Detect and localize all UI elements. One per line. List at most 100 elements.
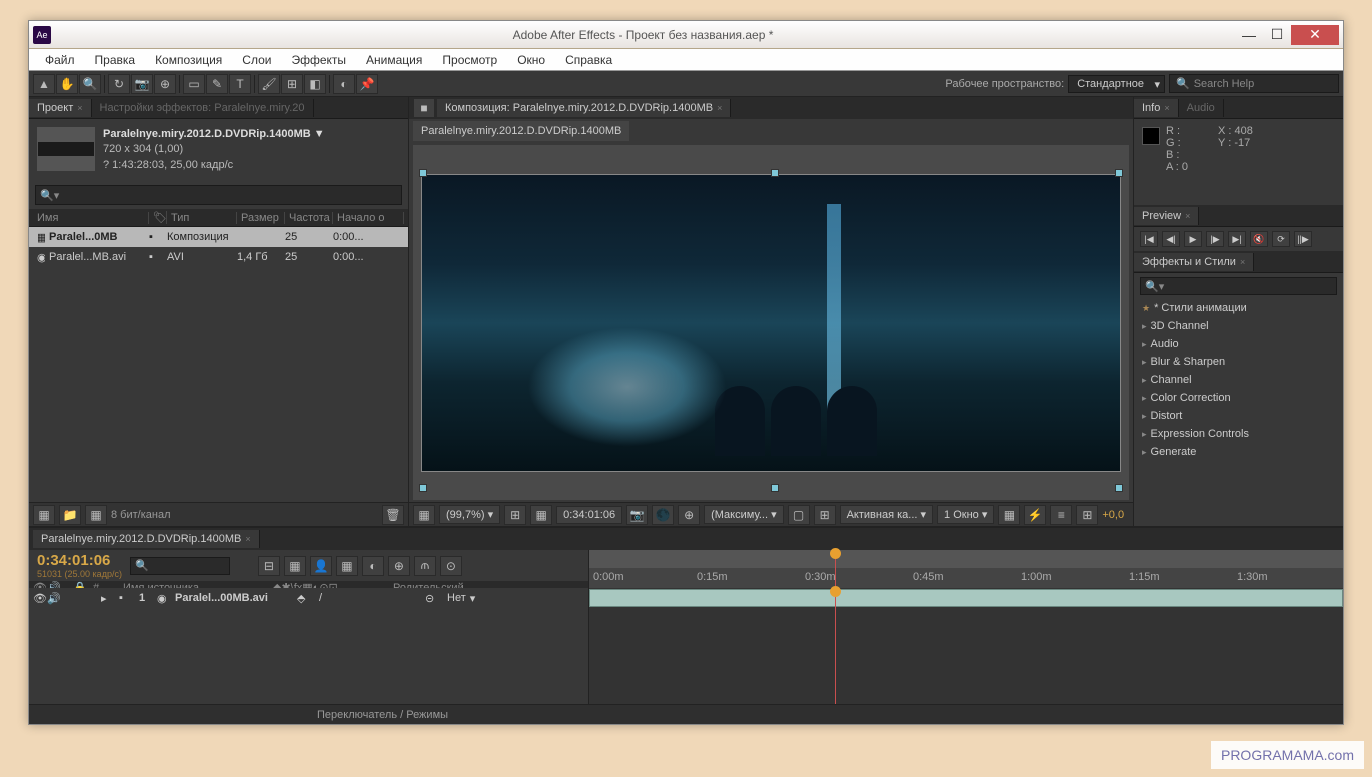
grid-icon[interactable]: ⊞ xyxy=(814,505,836,525)
menu-layers[interactable]: Слои xyxy=(232,50,281,70)
timecode-display[interactable]: 0:34:01:06 xyxy=(556,506,622,524)
view-dropdown[interactable]: 1 Окно ▾ xyxy=(937,505,994,524)
always-preview-icon[interactable]: ▦ xyxy=(413,505,435,525)
hand-tool[interactable]: ✋ xyxy=(56,74,78,94)
folder-icon[interactable]: 📁 xyxy=(59,505,81,525)
fx-expression-controls[interactable]: Expression Controls xyxy=(1134,425,1343,443)
roi-icon[interactable]: ▢ xyxy=(788,505,810,525)
motion-blur-icon[interactable]: ◐ xyxy=(362,556,384,576)
project-search[interactable]: 🔍▾ xyxy=(35,185,402,205)
graph-editor-icon[interactable]: ⫙ xyxy=(414,556,436,576)
zoom-tool[interactable]: 🔍 xyxy=(79,74,101,94)
next-frame-button[interactable]: |▶ xyxy=(1206,231,1224,247)
workspace-dropdown[interactable]: Стандартное xyxy=(1068,75,1165,93)
close-button[interactable]: ✕ xyxy=(1291,25,1339,45)
rotobrush-tool[interactable]: ◐ xyxy=(333,74,355,94)
timeline-search[interactable] xyxy=(130,557,230,575)
selection-handle[interactable] xyxy=(771,484,779,492)
timecode[interactable]: 0:34:01:06 xyxy=(37,552,122,569)
full-res-icon[interactable]: ⊞ xyxy=(504,505,526,525)
comp-mini-flowchart-icon[interactable]: ⊟ xyxy=(258,556,280,576)
trash-icon[interactable]: 🗑 xyxy=(382,505,404,525)
search-help[interactable]: 🔍 Search Help xyxy=(1169,74,1339,93)
fx-3d-channel[interactable]: 3D Channel xyxy=(1134,317,1343,335)
menu-effects[interactable]: Эффекты xyxy=(281,50,356,70)
ram-preview-button[interactable]: ||▶ xyxy=(1294,231,1312,247)
tab-project[interactable]: Проект× xyxy=(29,99,92,117)
layer-row[interactable]: 👁🔊 ▸ ▪ 1 ◉ Paralel...00MB.avi ⬘ / ⊝ Нет … xyxy=(29,588,588,608)
fx-generate[interactable]: Generate xyxy=(1134,443,1343,461)
selection-handle[interactable] xyxy=(419,169,427,177)
auto-keyframe-icon[interactable]: ⊙ xyxy=(440,556,462,576)
channel-icon[interactable]: 🌑 xyxy=(652,505,674,525)
new-comp-icon[interactable]: ▦ xyxy=(85,505,107,525)
tab-preview[interactable]: Preview× xyxy=(1134,207,1199,225)
titlebar[interactable]: Ae Adobe After Effects - Проект без назв… xyxy=(29,21,1343,49)
selection-tool[interactable]: ▲ xyxy=(33,74,55,94)
brainstorm-icon[interactable]: ⊕ xyxy=(388,556,410,576)
menu-window[interactable]: Окно xyxy=(507,50,555,70)
camera-dropdown[interactable]: Активная ка... ▾ xyxy=(840,505,933,524)
draft-3d-icon[interactable]: ▦ xyxy=(284,556,306,576)
shy-icon[interactable]: 👤 xyxy=(310,556,332,576)
comp-nav-icon[interactable]: ■ xyxy=(413,98,435,118)
menu-animation[interactable]: Анимация xyxy=(356,50,432,70)
rect-tool[interactable]: ▭ xyxy=(183,74,205,94)
viewer[interactable] xyxy=(413,145,1129,500)
clone-tool[interactable]: ⊞ xyxy=(281,74,303,94)
toggle-switches[interactable]: Переключатель / Режимы xyxy=(317,709,448,721)
effects-search[interactable]: 🔍▾ xyxy=(1140,277,1337,295)
eraser-tool[interactable]: ◧ xyxy=(304,74,326,94)
transparency-icon[interactable]: ▦ xyxy=(530,505,552,525)
selection-handle[interactable] xyxy=(1115,169,1123,177)
rotate-tool[interactable]: ↻ xyxy=(108,74,130,94)
flowchart-icon[interactable]: ⊞ xyxy=(1076,505,1098,525)
fx-blur-sharpen[interactable]: Blur & Sharpen xyxy=(1134,353,1343,371)
exposure-value[interactable]: +0,0 xyxy=(1102,509,1124,521)
puppet-tool[interactable]: 📌 xyxy=(356,74,378,94)
project-row-avi[interactable]: ◉ Paralel...MB.avi ▪ AVI 1,4 Гб 25 0:00.… xyxy=(29,247,408,267)
pen-tool[interactable]: ✎ xyxy=(206,74,228,94)
interpret-icon[interactable]: ▦ xyxy=(33,505,55,525)
selection-handle[interactable] xyxy=(771,169,779,177)
menu-view[interactable]: Просмотр xyxy=(432,50,507,70)
zoom-dropdown[interactable]: (99,7%) ▾ xyxy=(439,505,500,524)
timeline-track[interactable] xyxy=(589,588,1343,704)
maximize-button[interactable]: ☐ xyxy=(1263,25,1291,45)
frame-blend-icon[interactable]: ▦ xyxy=(336,556,358,576)
play-button[interactable]: ▶ xyxy=(1184,231,1202,247)
selection-handle[interactable] xyxy=(419,484,427,492)
fx-color-correction[interactable]: Color Correction xyxy=(1134,389,1343,407)
layer-clip[interactable] xyxy=(589,589,1343,607)
prev-frame-button[interactable]: ◀| xyxy=(1162,231,1180,247)
last-frame-button[interactable]: ▶| xyxy=(1228,231,1246,247)
snapshot-icon[interactable]: 📷 xyxy=(626,505,648,525)
comp-breadcrumb[interactable]: Paralelnye.miry.2012.D.DVDRip.1400MB xyxy=(413,121,629,141)
first-frame-button[interactable]: |◀ xyxy=(1140,231,1158,247)
tab-effects[interactable]: Эффекты и Стили× xyxy=(1134,253,1254,271)
menu-help[interactable]: Справка xyxy=(555,50,622,70)
fast-preview-icon[interactable]: ⚡ xyxy=(1024,505,1046,525)
tab-effect-controls[interactable]: Настройки эффектов: Paralelnye.miry.20 xyxy=(92,99,314,117)
resolution-dropdown[interactable]: (Максиму... ▾ xyxy=(704,505,783,524)
menu-edit[interactable]: Правка xyxy=(85,50,146,70)
fx-distort[interactable]: Distort xyxy=(1134,407,1343,425)
project-row-comp[interactable]: ▦ Paralel...0MB ▪ Композиция 25 0:00... xyxy=(29,227,408,247)
pan-behind-tool[interactable]: ⊕ xyxy=(154,74,176,94)
text-tool[interactable]: T xyxy=(229,74,251,94)
tab-audio[interactable]: Audio xyxy=(1179,99,1224,117)
tab-timeline[interactable]: Paralelnye.miry.2012.D.DVDRip.1400MB× xyxy=(33,530,260,548)
selection-handle[interactable] xyxy=(1115,484,1123,492)
loop-button[interactable]: ⟳ xyxy=(1272,231,1290,247)
tab-composition[interactable]: Композиция: Paralelnye.miry.2012.D.DVDRi… xyxy=(437,99,731,117)
minimize-button[interactable]: — xyxy=(1235,25,1263,45)
channels-icon[interactable]: ⊕ xyxy=(678,505,700,525)
fx-audio[interactable]: Audio xyxy=(1134,335,1343,353)
fx-channel[interactable]: Channel xyxy=(1134,371,1343,389)
time-ruler[interactable]: 0:00m 0:15m 0:30m 0:45m 1:00m 1:15m 1:30… xyxy=(589,568,1343,588)
pixel-aspect-icon[interactable]: ▦ xyxy=(998,505,1020,525)
mute-button[interactable]: 🔇 xyxy=(1250,231,1268,247)
camera-tool[interactable]: 📷 xyxy=(131,74,153,94)
menu-composition[interactable]: Композиция xyxy=(145,50,232,70)
menu-file[interactable]: Файл xyxy=(35,50,85,70)
